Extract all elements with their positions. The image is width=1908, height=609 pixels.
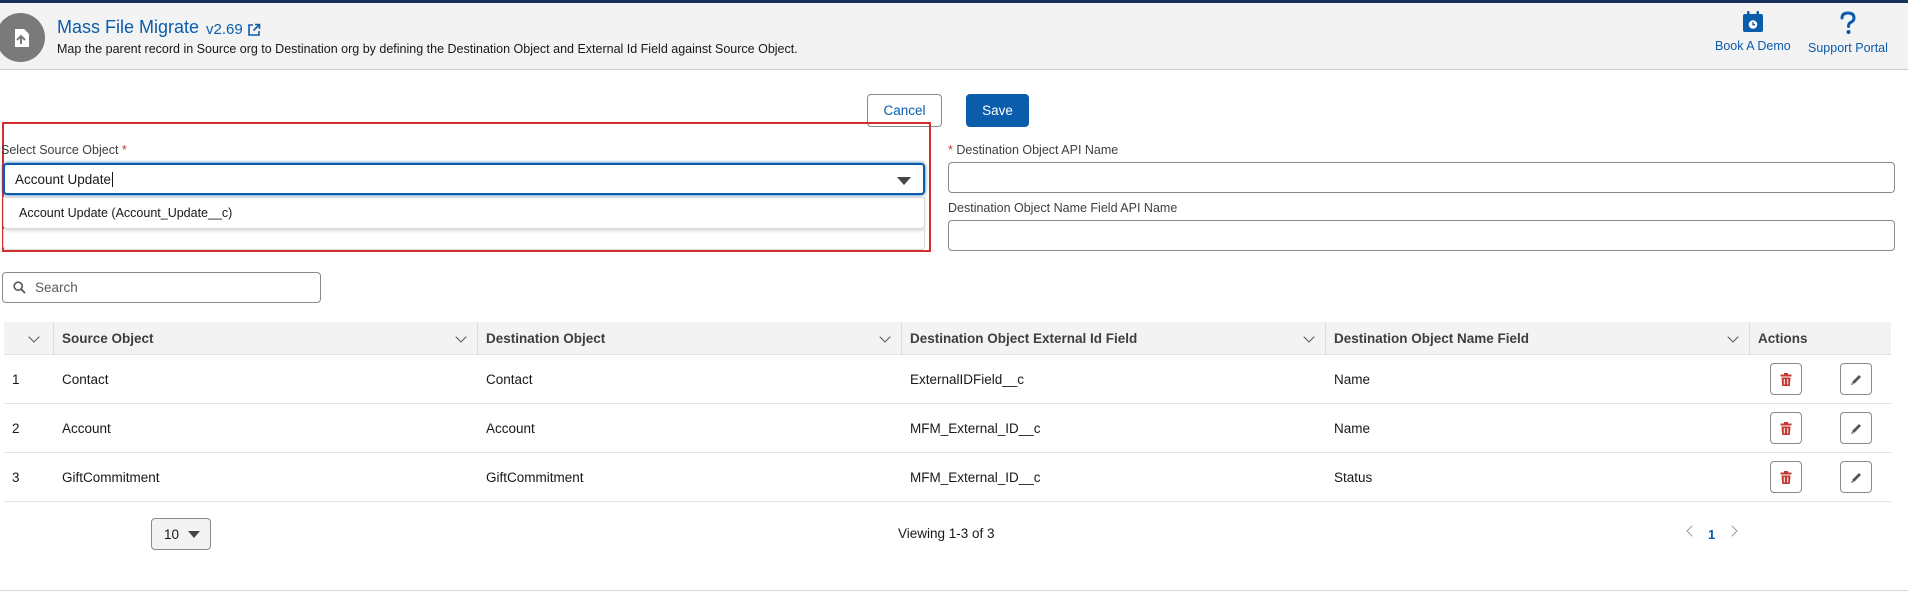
table-row: 1 Contact Contact ExternalIDField__c Nam…	[4, 355, 1891, 404]
column-header-label: Actions	[1758, 331, 1808, 346]
footer-divider	[0, 590, 1908, 591]
chevron-down-icon[interactable]	[188, 531, 200, 538]
column-header-label[interactable]: Destination Object	[486, 331, 605, 346]
cell-name-field: Status	[1334, 469, 1373, 485]
source-object-label-text: Select Source Object	[1, 143, 119, 157]
destination-object-api-label-text: Destination Object API Name	[956, 143, 1119, 157]
pencil-icon	[1850, 423, 1861, 434]
trash-icon	[1780, 421, 1792, 435]
column-header-actions: Actions	[1750, 322, 1891, 355]
chevron-right-icon[interactable]	[1726, 525, 1738, 537]
text-cursor	[112, 171, 114, 187]
book-demo-label[interactable]: Book A Demo	[1715, 39, 1791, 53]
row-number: 3	[12, 469, 20, 485]
app-logo-icon	[0, 13, 45, 62]
column-header-label[interactable]: Destination Object External Id Field	[910, 331, 1137, 346]
required-mark: *	[948, 143, 953, 157]
dropdown-listbox-edge	[3, 229, 925, 250]
delete-button[interactable]	[1770, 412, 1802, 444]
chevron-down-icon[interactable]	[1303, 331, 1315, 343]
app-title: Mass File Migrate	[57, 17, 200, 37]
calendar-icon	[1742, 11, 1763, 32]
source-object-combobox[interactable]: Account Update	[3, 163, 925, 195]
cell-destination-object: GiftCommitment	[486, 469, 584, 485]
page-size-value[interactable]: 10	[164, 527, 179, 542]
pencil-icon	[1850, 472, 1861, 483]
column-header-label[interactable]: Source Object	[62, 331, 154, 346]
cell-source-object: GiftCommitment	[62, 469, 160, 485]
support-portal-link[interactable]: Support Portal	[1808, 11, 1888, 55]
row-number: 1	[12, 371, 20, 387]
book-demo-link[interactable]: Book A Demo	[1715, 11, 1791, 53]
app-description: Map the parent record in Source org to D…	[57, 42, 798, 56]
chevron-down-icon[interactable]	[455, 331, 467, 343]
support-portal-label[interactable]: Support Portal	[1808, 41, 1888, 55]
select-all-column-header[interactable]	[4, 322, 54, 355]
column-header-external-id-field[interactable]: Destination Object External Id Field	[902, 322, 1326, 355]
app-version[interactable]: v2.69	[206, 21, 243, 38]
row-number: 2	[12, 420, 20, 436]
column-header-label[interactable]: Destination Object Name Field	[1334, 331, 1529, 346]
edit-button[interactable]	[1840, 461, 1872, 493]
source-object-value[interactable]: Account Update	[15, 172, 111, 187]
help-icon	[1840, 11, 1856, 34]
column-header-destination-object[interactable]: Destination Object	[478, 322, 902, 355]
destination-name-field-label: Destination Object Name Field API Name	[948, 201, 1178, 215]
delete-button[interactable]	[1770, 363, 1802, 395]
trash-icon	[1780, 372, 1792, 386]
viewing-count: Viewing 1-3 of 3	[898, 526, 995, 541]
table-row: 2 Account Account MFM_External_ID__c Nam…	[4, 404, 1891, 453]
chevron-down-icon[interactable]	[28, 331, 40, 343]
page-size-select[interactable]: 10	[151, 518, 211, 550]
cell-source-object: Account	[62, 420, 111, 436]
column-header-name-field[interactable]: Destination Object Name Field	[1326, 322, 1750, 355]
cell-name-field: Name	[1334, 371, 1371, 387]
trash-icon	[1780, 470, 1792, 484]
edit-button[interactable]	[1840, 363, 1872, 395]
cell-external-id-field: ExternalIDField__c	[910, 371, 1025, 387]
destination-object-api-label: * Destination Object API Name	[948, 143, 1118, 157]
table-header: Source Object Destination Object Destina…	[4, 322, 1891, 355]
edit-button[interactable]	[1840, 412, 1872, 444]
table-row: 3 GiftCommitment GiftCommitment MFM_Exte…	[4, 453, 1891, 502]
chevron-down-icon[interactable]	[897, 177, 911, 185]
current-page-number[interactable]: 1	[1708, 527, 1715, 542]
delete-button[interactable]	[1770, 461, 1802, 493]
app-version-link[interactable]: v2.69	[206, 21, 261, 38]
cell-external-id-field: MFM_External_ID__c	[910, 420, 1041, 436]
cell-source-object: Contact	[62, 371, 109, 387]
destination-name-field-input[interactable]	[948, 220, 1895, 251]
cell-external-id-field: MFM_External_ID__c	[910, 469, 1041, 485]
chevron-down-icon[interactable]	[879, 331, 891, 343]
pencil-icon	[1850, 374, 1861, 385]
destination-object-api-input[interactable]	[948, 162, 1895, 193]
column-header-source-object[interactable]: Source Object	[54, 322, 478, 355]
required-mark: *	[121, 143, 127, 157]
cell-destination-object: Contact	[486, 371, 533, 387]
search-input[interactable]	[35, 280, 305, 295]
external-link-icon	[247, 23, 261, 36]
cell-destination-object: Account	[486, 420, 535, 436]
dropdown-option[interactable]: Account Update (Account_Update__c)	[3, 197, 925, 229]
chevron-down-icon[interactable]	[1727, 331, 1739, 343]
cell-name-field: Name	[1334, 420, 1371, 436]
source-object-label: Select Source Object *	[1, 143, 127, 157]
search-box[interactable]	[2, 272, 321, 303]
save-button[interactable]: Save	[966, 94, 1029, 127]
chevron-left-icon[interactable]	[1686, 525, 1698, 537]
app-header: Mass File Migrate v2.69 Map the parent r…	[0, 3, 1908, 70]
search-icon	[13, 281, 26, 294]
